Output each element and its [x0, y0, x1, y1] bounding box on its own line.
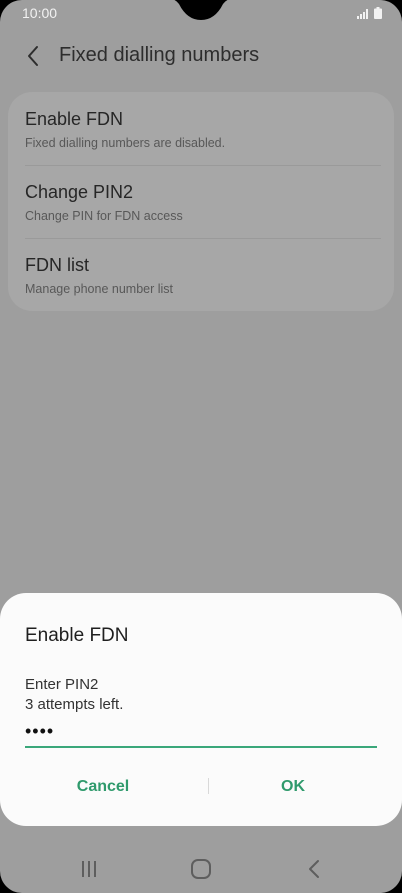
setting-enable-fdn[interactable]: Enable FDN Fixed dialling numbers are di… [8, 92, 394, 165]
cancel-button[interactable]: Cancel [8, 765, 198, 809]
battery-icon [374, 7, 382, 19]
app-header: Fixed dialling numbers [0, 30, 402, 80]
setting-title: Change PIN2 [25, 182, 134, 202]
pin2-input[interactable] [25, 716, 377, 748]
settings-card: Enable FDN Fixed dialling numbers are di… [8, 92, 394, 311]
setting-change-pin2[interactable]: Change PIN2 Change PIN for FDN access [8, 165, 394, 238]
page-title: Fixed dialling numbers [59, 44, 260, 66]
setting-subtitle: Manage phone number list [25, 282, 174, 296]
setting-title: Enable FDN [25, 109, 124, 129]
ok-button[interactable]: OK [198, 765, 388, 809]
status-bar: 10:00 [0, 0, 402, 26]
navigation-bar [0, 843, 402, 893]
recents-button[interactable] [69, 855, 109, 883]
home-icon [191, 859, 211, 879]
setting-subtitle: Change PIN for FDN access [25, 209, 183, 223]
enable-fdn-dialog: Enable FDN Enter PIN2 3 attempts left. C… [0, 593, 402, 826]
setting-fdn-list[interactable]: FDN list Manage phone number list [8, 238, 394, 311]
status-time: 10:00 [22, 5, 58, 21]
signal-icon [357, 9, 368, 19]
chevron-left-icon [28, 46, 38, 66]
setting-title: FDN list [25, 255, 89, 275]
status-icons [357, 7, 382, 19]
camera-notch [174, 0, 228, 20]
home-button[interactable] [181, 855, 221, 883]
nav-back-icon [309, 860, 319, 878]
dialog-title: Enable FDN [25, 625, 129, 646]
nav-back-button[interactable] [294, 855, 334, 883]
setting-subtitle: Fixed dialling numbers are disabled. [25, 136, 226, 150]
attempts-text: 3 attempts left. [25, 696, 124, 713]
pin2-label: Enter PIN2 [25, 676, 99, 693]
phone-screen: 10:00 Fixed dialling numbers Enable FDN … [0, 0, 402, 893]
back-button[interactable] [20, 42, 48, 70]
recents-icon [82, 861, 96, 877]
